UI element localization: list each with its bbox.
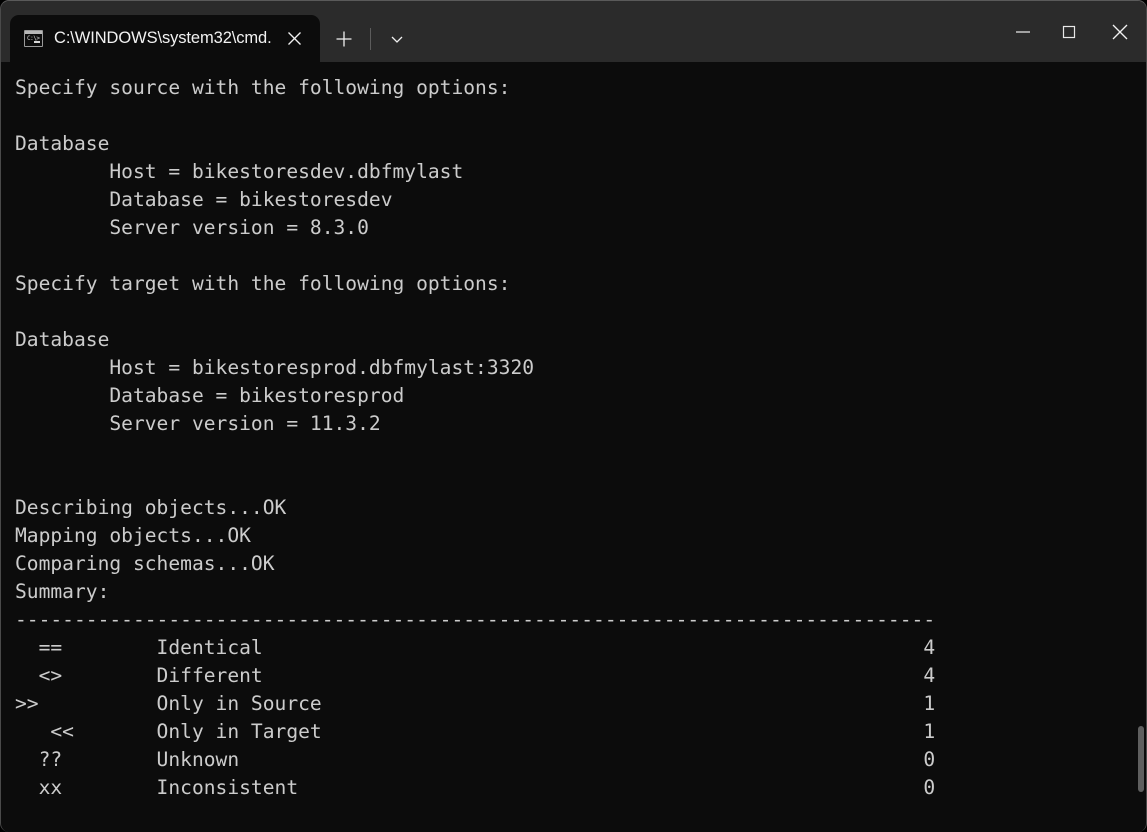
title-bar-drag-region[interactable] — [417, 1, 1000, 62]
terminal-line: <> Different 4 — [15, 664, 936, 687]
tab-strip: C:\> C:\WINDOWS\system32\cmd. — [1, 1, 417, 62]
tab-cmd[interactable]: C:\> C:\WINDOWS\system32\cmd. — [10, 15, 320, 62]
scrollbar-thumb[interactable] — [1138, 726, 1144, 792]
title-bar[interactable]: C:\> C:\WINDOWS\system32\cmd. — [1, 1, 1146, 62]
close-icon-glyph — [288, 32, 302, 45]
window-close-button[interactable] — [1092, 1, 1146, 62]
tab-actions-divider — [369, 27, 371, 50]
terminal-output: Specify source with the following option… — [1, 62, 935, 802]
terminal-line: ?? Unknown 0 — [15, 748, 936, 771]
minimize-icon — [1016, 30, 1030, 33]
terminal-line: Comparing schemas...OK — [15, 552, 275, 575]
console-icon: C:\> — [24, 30, 43, 47]
close-icon — [1112, 24, 1128, 39]
terminal-line: << Only in Target 1 — [15, 720, 936, 743]
minimize-button[interactable] — [1000, 1, 1046, 62]
tab-strip-actions — [320, 15, 417, 62]
terminal-line: Database — [15, 132, 110, 155]
terminal-scrollbar[interactable] — [1132, 62, 1146, 832]
terminal-line: Summary: — [15, 580, 110, 603]
terminal-line: Mapping objects...OK — [15, 524, 251, 547]
terminal-line: Host = bikestoresdev.dbfmylast — [15, 160, 464, 183]
terminal-line: Host = bikestoresprod.dbfmylast:3320 — [15, 356, 535, 379]
terminal-line: Specify target with the following option… — [15, 272, 511, 295]
terminal-line: Server version = 8.3.0 — [15, 216, 369, 239]
terminal-line: Database — [15, 328, 110, 351]
terminal-line: Database = bikestoresprod — [15, 384, 405, 407]
terminal-window: C:\> C:\WINDOWS\system32\cmd. Specify so… — [0, 0, 1147, 832]
terminal-line: == Identical 4 — [15, 636, 936, 659]
window-caption-buttons — [1000, 1, 1146, 62]
tab-close-icon[interactable] — [276, 22, 314, 56]
terminal-line: Specify source with the following option… — [15, 76, 511, 99]
terminal-line: >> Only in Source 1 — [15, 692, 936, 715]
tab-dropdown-button[interactable] — [377, 19, 417, 59]
maximize-icon — [1062, 25, 1076, 38]
chevron-down-icon — [391, 36, 403, 43]
terminal-viewport[interactable]: Specify source with the following option… — [1, 62, 1146, 832]
plus-icon — [336, 31, 352, 46]
maximize-button[interactable] — [1046, 1, 1092, 62]
terminal-line: xx Inconsistent 0 — [15, 776, 936, 799]
terminal-line: Database = bikestoresdev — [15, 188, 393, 211]
terminal-line: Describing objects...OK — [15, 496, 287, 519]
terminal-line: Server version = 11.3.2 — [15, 412, 381, 435]
new-tab-button[interactable] — [324, 19, 364, 59]
tab-title: C:\WINDOWS\system32\cmd. — [54, 29, 272, 47]
terminal-line: ----------------------------------------… — [15, 608, 936, 631]
